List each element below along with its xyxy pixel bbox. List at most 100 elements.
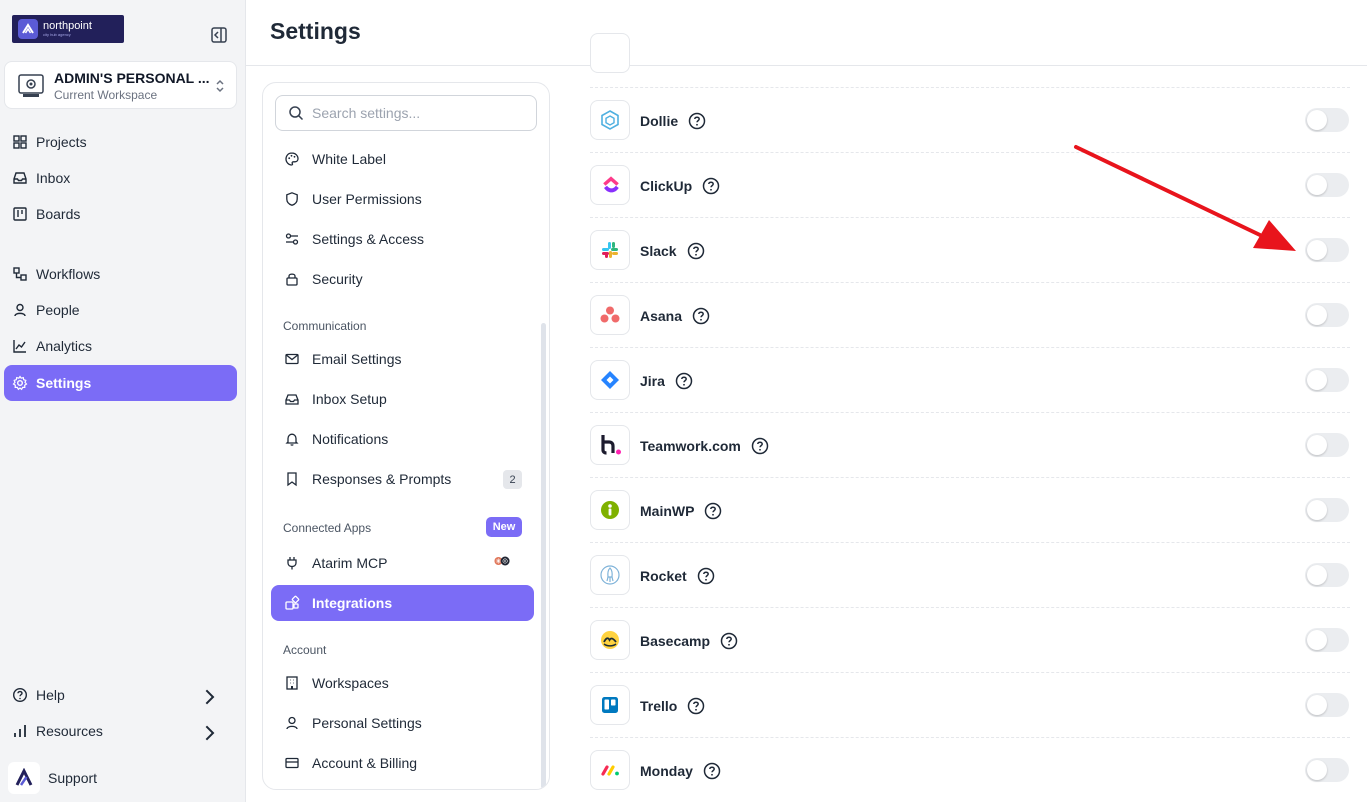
- menu-item-personal-settings[interactable]: Personal Settings: [271, 705, 534, 741]
- sidebar-item-workflows[interactable]: Workflows: [4, 256, 237, 292]
- rocket-icon: [590, 555, 630, 595]
- lock-icon: [286, 273, 298, 286]
- help-icon[interactable]: [688, 112, 706, 130]
- asana-toggle[interactable]: [1305, 303, 1349, 327]
- menu-item-user-permissions[interactable]: User Permissions: [271, 181, 534, 217]
- brand-logo[interactable]: northpoint city hub agency: [12, 15, 124, 43]
- mail-icon: [285, 353, 299, 365]
- sidebar-item-boards[interactable]: Boards: [4, 196, 237, 232]
- basecamp-icon: [590, 620, 630, 660]
- chevron-updown-icon: [214, 78, 226, 94]
- menu-item-notifications[interactable]: Notifications: [271, 421, 534, 457]
- menu-item-label: Security: [312, 271, 363, 287]
- menu-item-label: Atarim MCP: [312, 555, 388, 571]
- chevron-right-icon: [205, 725, 215, 741]
- credit-card-icon: [285, 757, 299, 769]
- help-icon[interactable]: [692, 307, 710, 325]
- menu-item-atarim-mcp[interactable]: Atarim MCP: [271, 545, 534, 581]
- dollie-icon: [590, 100, 630, 140]
- search-input[interactable]: [312, 105, 512, 121]
- integration-icon: [590, 33, 630, 73]
- menu-item-responses-prompts[interactable]: Responses & Prompts 2: [271, 461, 534, 497]
- menu-item-label: Personal Settings: [312, 715, 422, 731]
- sidebar-item-projects[interactable]: Projects: [4, 124, 237, 160]
- menu-item-security[interactable]: Security: [271, 261, 534, 297]
- sidebar-item-label: Help: [36, 687, 65, 703]
- mainwp-toggle[interactable]: [1305, 498, 1349, 522]
- integration-name: ClickUp: [640, 178, 693, 194]
- section-connected-apps: Connected Apps: [283, 521, 372, 535]
- menu-item-inbox-setup[interactable]: Inbox Setup: [271, 381, 534, 417]
- rocket-toggle[interactable]: [1305, 563, 1349, 587]
- basecamp-toggle[interactable]: [1305, 628, 1349, 652]
- sidebar-item-label: Boards: [36, 206, 81, 222]
- sliders-icon: [285, 233, 299, 245]
- menu-item-workspaces[interactable]: Workspaces: [271, 665, 534, 701]
- menu-scrollbar[interactable]: [541, 323, 546, 789]
- support-button[interactable]: Support: [8, 762, 97, 794]
- help-icon[interactable]: [687, 697, 705, 715]
- analytics-icon: [13, 340, 26, 353]
- clickup-icon: [590, 165, 630, 205]
- sidebar-item-people[interactable]: People: [4, 292, 237, 328]
- trello-toggle[interactable]: [1305, 693, 1349, 717]
- help-icon: [12, 687, 28, 703]
- menu-item-integrations[interactable]: Integrations: [271, 585, 534, 621]
- user-icon: [286, 716, 298, 730]
- integration-row-partial: [590, 23, 1350, 88]
- sidebar-item-label: Resources: [36, 723, 103, 739]
- help-icon[interactable]: [675, 372, 693, 390]
- inbox-icon: [13, 172, 27, 184]
- menu-item-account-billing[interactable]: Account & Billing: [271, 745, 534, 781]
- menu-item-settings-access[interactable]: Settings & Access: [271, 221, 534, 257]
- sidebar-item-resources[interactable]: Resources: [4, 713, 237, 749]
- help-icon[interactable]: [702, 177, 720, 195]
- dollie-toggle[interactable]: [1305, 108, 1349, 132]
- help-icon[interactable]: [703, 762, 721, 780]
- integration-name: Teamwork.com: [640, 438, 741, 454]
- bookmark-icon: [287, 472, 297, 487]
- help-icon[interactable]: [720, 632, 738, 650]
- sidebar-item-analytics[interactable]: Analytics: [4, 328, 237, 364]
- integration-row-mainwp: MainWP: [590, 478, 1350, 543]
- bars-icon: [14, 725, 26, 737]
- search-box[interactable]: [275, 95, 537, 131]
- integration-name: Dollie: [640, 113, 679, 129]
- slack-toggle[interactable]: [1305, 238, 1349, 262]
- collapse-sidebar-icon[interactable]: [210, 26, 228, 44]
- sidebar-item-label: Projects: [36, 134, 87, 150]
- help-icon[interactable]: [751, 437, 769, 455]
- bell-icon: [285, 433, 299, 446]
- brand-tagline: city hub agency: [43, 32, 71, 37]
- help-icon[interactable]: [687, 242, 705, 260]
- sidebar-item-inbox[interactable]: Inbox: [4, 160, 237, 196]
- count-badge: 2: [503, 470, 522, 489]
- clickup-toggle[interactable]: [1305, 173, 1349, 197]
- sidebar-item-help[interactable]: Help: [4, 677, 237, 713]
- integration-row-monday: Monday: [590, 738, 1350, 802]
- menu-item-label: Settings & Access: [312, 231, 425, 247]
- inbox-icon: [285, 394, 299, 405]
- logo-mark-icon: [18, 19, 38, 39]
- teamwork-toggle[interactable]: [1305, 433, 1349, 457]
- menu-item-email-settings[interactable]: Email Settings: [271, 341, 534, 377]
- integration-name: Trello: [640, 698, 678, 714]
- jira-toggle[interactable]: [1305, 368, 1349, 392]
- jira-icon: [590, 360, 630, 400]
- help-icon[interactable]: [697, 567, 715, 585]
- building-icon: [286, 676, 298, 690]
- integration-name: Basecamp: [640, 633, 711, 649]
- page-title: Settings: [270, 18, 361, 44]
- menu-item-label: Inbox Setup: [312, 391, 387, 407]
- menu-item-white-label[interactable]: White Label: [271, 141, 534, 177]
- integration-row-trello: Trello: [590, 673, 1350, 738]
- menu-item-label: Integrations: [312, 595, 393, 611]
- monday-toggle[interactable]: [1305, 758, 1349, 782]
- help-icon[interactable]: [704, 502, 722, 520]
- sidebar-item-settings[interactable]: Settings: [4, 365, 237, 401]
- workspace-switcher[interactable]: ADMIN'S PERSONAL ... Current Workspace: [4, 61, 237, 109]
- menu-item-label: User Permissions: [312, 191, 422, 207]
- menu-item-label: Workspaces: [312, 675, 389, 691]
- workspace-name: ADMIN'S PERSONAL ...: [54, 70, 210, 86]
- annotation-arrow-icon: [1074, 145, 1296, 251]
